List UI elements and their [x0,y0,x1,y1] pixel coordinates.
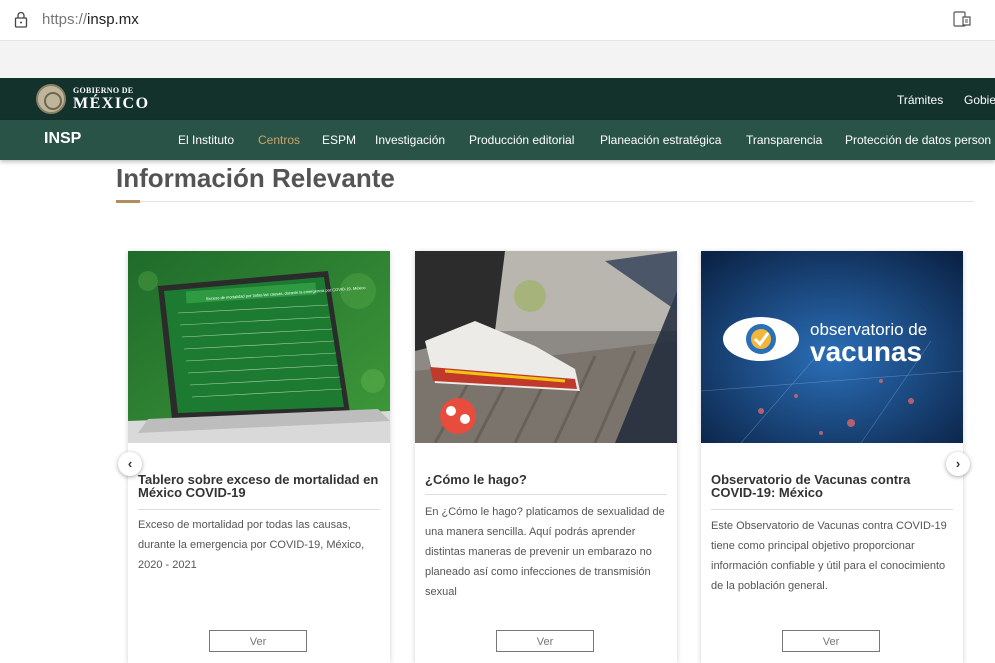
sneaker-illustration [415,251,677,443]
card-image-sneaker[interactable] [415,251,677,443]
ver-button[interactable]: Ver [782,630,880,652]
card-title[interactable]: Tablero sobre exceso de mortalidad en Mé… [138,473,380,499]
browser-toolbar-gap [0,41,995,78]
link-gobierno[interactable]: Gobie [964,93,995,107]
card-divider [425,494,667,495]
card-observatorio-vacunas[interactable]: observatorio de vacunas Observatorio de … [701,251,963,663]
card-title[interactable]: Observatorio de Vacunas contra COVID-19:… [711,473,953,499]
title-divider [116,201,974,202]
title-accent-bar [116,200,140,203]
nav-planeacion-estrategica[interactable]: Planeación estratégica [600,133,721,147]
chevron-left-icon[interactable]: ‹ [118,452,142,476]
url-text[interactable]: https://insp.mx [42,11,139,28]
ver-button[interactable]: Ver [209,630,307,652]
card-image-laptop[interactable]: Exceso de mortalidad por todas las causa… [128,251,390,443]
card-mortalidad[interactable]: Exceso de mortalidad por todas las causa… [128,251,390,663]
card-description: Exceso de mortalidad por todas las causa… [138,519,365,571]
link-tramites[interactable]: Trámites [897,93,943,107]
gov-logo-line1[interactable]: GOBIERNO DE [73,86,133,95]
nav-espm[interactable]: ESPM [322,133,356,147]
laptop-illustration: Exceso de mortalidad por todas las causa… [128,251,390,443]
card-divider [711,509,953,510]
nav-el-instituto[interactable]: El Instituto [178,133,234,147]
nav-centros[interactable]: Centros [258,133,300,147]
url-scheme: https:// [42,11,88,28]
card-image-vacunas[interactable]: observatorio de vacunas [701,251,963,443]
nav-investigacion[interactable]: Investigación [375,133,445,147]
vaccines-illustration: observatorio de vacunas [701,251,963,443]
card-divider [138,509,380,510]
nav-transparencia[interactable]: Transparencia [746,133,822,147]
card-title[interactable]: ¿Cómo le hago? [425,473,667,486]
card-description: En ¿Cómo le hago? platicamos de sexualid… [425,506,665,598]
nav-proteccion-datos[interactable]: Protección de datos person [845,133,991,147]
insp-logo[interactable]: INSP [44,130,81,148]
lock-icon [14,11,28,28]
vaccines-text-line2: vacunas [810,336,922,367]
reader-mode-icon[interactable] [953,11,971,27]
address-bar[interactable]: https://insp.mx [0,0,995,41]
chevron-right-icon[interactable]: › [946,452,970,476]
section-title: Información Relevante [116,163,395,193]
gov-header: GOBIERNO DE MÉXICO Trámites Gobie [0,78,995,120]
card-como-le-hago[interactable]: ¿Cómo le hago? En ¿Cómo le hago? platica… [415,251,677,663]
insp-navbar: INSP El Instituto Centros ESPM Investiga… [0,120,995,160]
nav-produccion-editorial[interactable]: Producción editorial [469,133,574,147]
card-description: Este Observatorio de Vacunas contra COVI… [711,520,947,592]
gov-logo-line2[interactable]: MÉXICO [73,95,150,113]
mexico-seal-icon[interactable] [36,84,66,114]
url-host: insp.mx [87,11,139,28]
ver-button[interactable]: Ver [496,630,594,652]
